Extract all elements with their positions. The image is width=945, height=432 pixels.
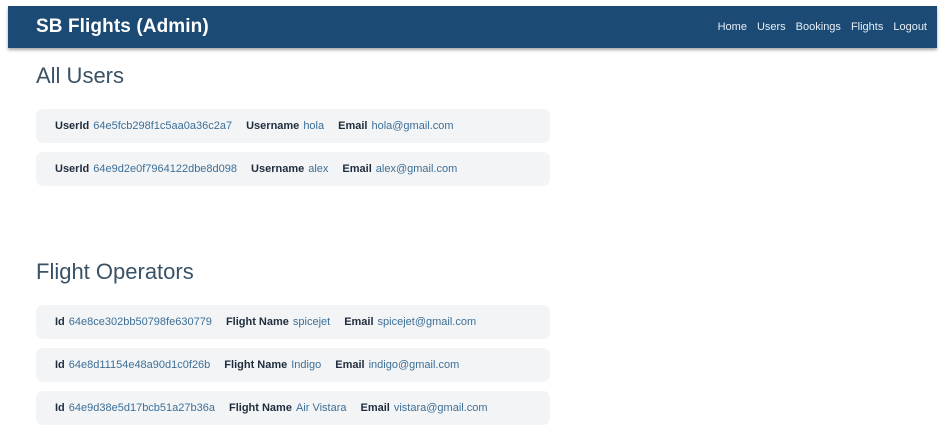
user-id-value: 64e5fcb298f1c5aa0a36c2a7 [93,120,233,132]
flight-name-value: Air Vistara [295,402,347,414]
flight-name-value: spicejet [292,316,331,328]
operator-id-label: Id [55,402,65,414]
nav-home-link[interactable]: Home [718,21,747,33]
username-label: Username [251,163,305,175]
operator-id-label: Id [55,316,65,328]
email-value: spicejet@gmail.com [377,316,477,328]
email-value: vistara@gmail.com [393,402,488,414]
user-card: UserId 64e9d2e0f7964122dbe8d098 Username… [36,152,550,186]
operator-id-value: 64e9d38e5d17bcb51a27b36a [68,402,215,414]
username-label: Username [246,120,300,132]
operator-card: Id 64e8d11154e48a90d1c0f26b Flight Name … [36,348,550,382]
email-label: Email [338,120,368,132]
user-id-label: UserId [55,120,90,132]
flight-name-label: Flight Name [229,402,292,414]
brand-title[interactable]: SB Flights (Admin) [36,16,209,38]
email-value: alex@gmail.com [375,163,458,175]
operator-id-value: 64e8d11154e48a90d1c0f26b [68,359,211,371]
navbar: SB Flights (Admin) Home Users Bookings F… [8,6,937,48]
operators-section-title: Flight Operators [36,259,194,284]
flight-name-value: Indigo [291,359,322,371]
email-label: Email [360,402,390,414]
email-label: Email [342,163,372,175]
flight-name-label: Flight Name [225,316,289,328]
operator-id-value: 64e8ce302bb50798fe630779 [68,316,212,328]
email-label: Email [344,316,374,328]
users-section-title: All Users [36,63,125,88]
nav-bookings-link[interactable]: Bookings [796,21,841,33]
username-value: alex [308,163,329,175]
email-value: hola@gmail.com [371,120,454,132]
operator-card: Id 64e9d38e5d17bcb51a27b36a Flight Name … [36,391,550,425]
email-label: Email [335,359,365,371]
flight-name-label: Flight Name [224,359,288,371]
email-value: indigo@gmail.com [368,359,460,371]
nav-logout-link[interactable]: Logout [893,21,927,33]
nav-links: Home Users Bookings Flights Logout [718,21,927,33]
user-card: UserId 64e5fcb298f1c5aa0a36c2a7 Username… [36,109,550,143]
operator-card: Id 64e8ce302bb50798fe630779 Flight Name … [36,305,550,339]
nav-users-link[interactable]: Users [757,21,786,33]
operator-id-label: Id [55,359,65,371]
user-id-label: UserId [55,163,90,175]
user-id-value: 64e9d2e0f7964122dbe8d098 [93,163,238,175]
username-value: hola [303,120,325,132]
nav-flights-link[interactable]: Flights [851,21,883,33]
